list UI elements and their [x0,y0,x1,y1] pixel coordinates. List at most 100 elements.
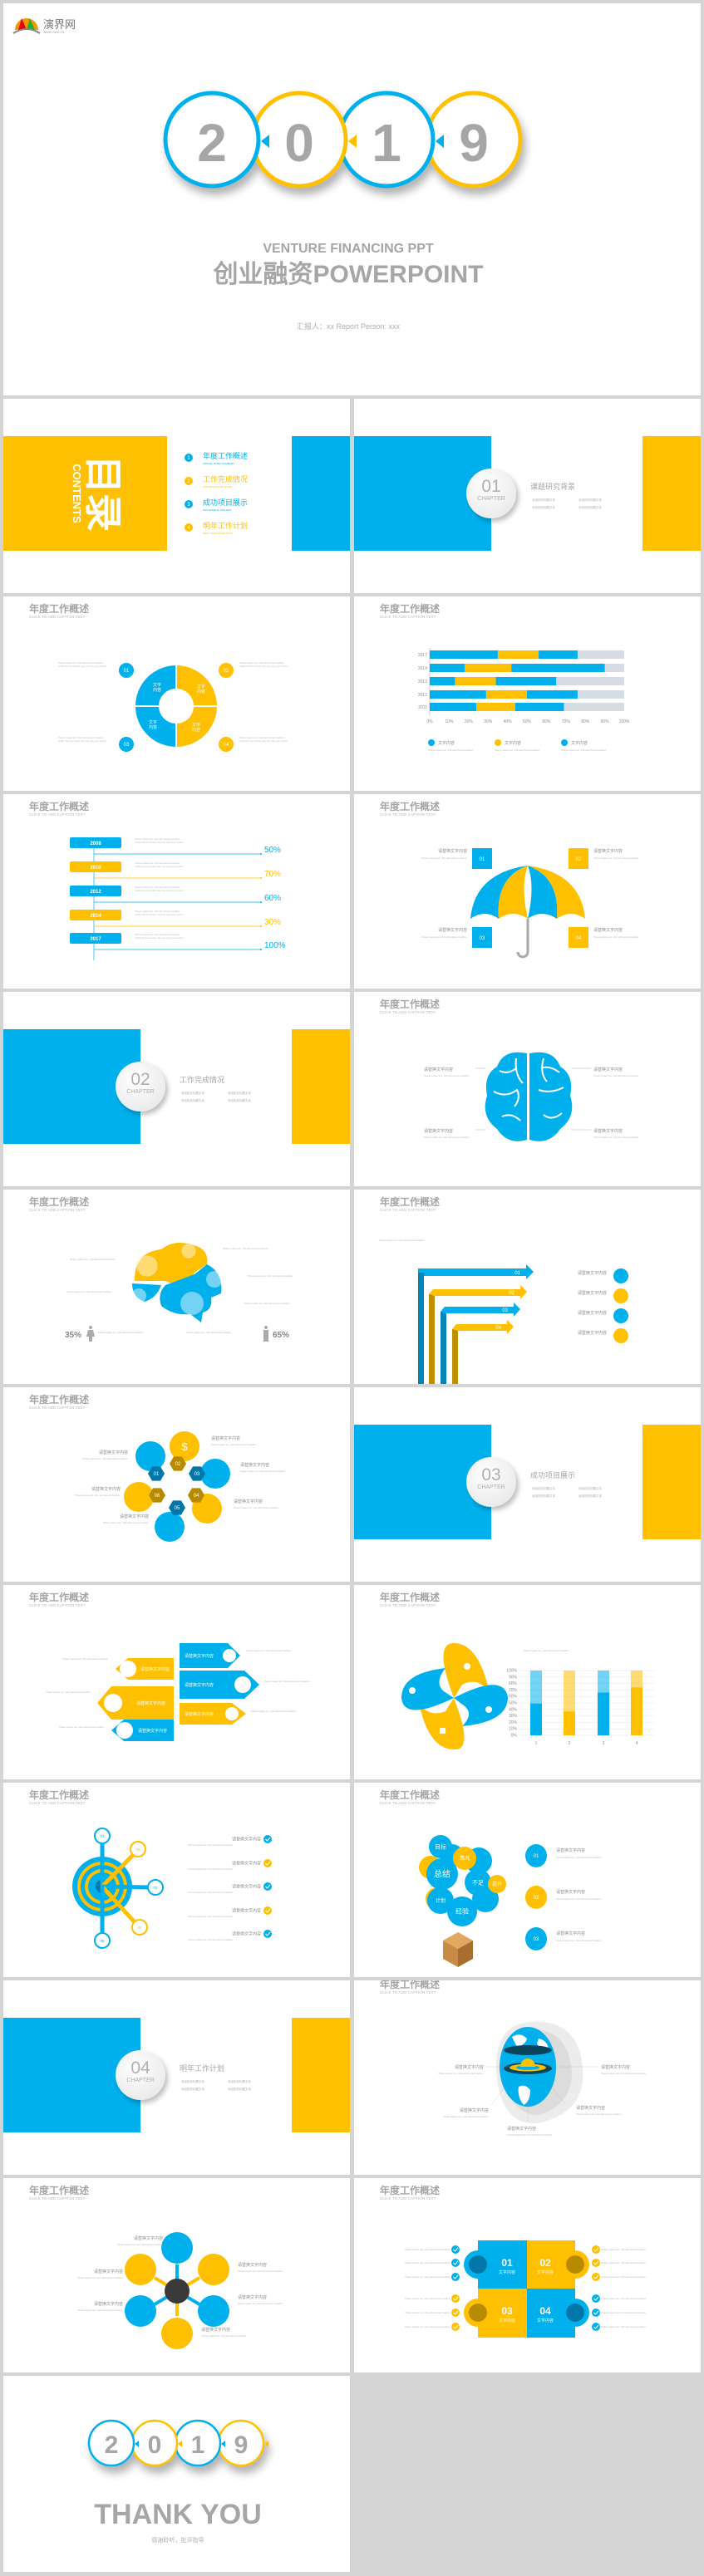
plane-icon [613,1288,628,1303]
y-tick-label: 10% [509,1727,518,1732]
body-text: Please replace text, click add relevant … [405,2311,450,2314]
chapter-bullet: 添加相关标题文本 [228,1099,251,1102]
check-icon [263,1859,272,1867]
svg-text:$: $ [181,1440,188,1453]
umbrella-icon [470,866,585,919]
body-text: modify the text content, also can copy y… [135,865,184,868]
chapter-title: 课题研究背景 [530,483,576,491]
body-text: modify the text content, also can copy y… [58,739,107,743]
body-text: Please replace text, click add relevant … [443,2115,489,2118]
body-text: Please replace text, click add relevant … [405,2325,450,2328]
chapter-bullet: 添加相关标题文本 [532,1494,555,1498]
body-text: Please replace text, click add relevant … [188,1915,234,1918]
item-heading: 请替换文字内容 [424,1067,453,1072]
check-icon [592,2245,600,2254]
body-text: modify the text content, also can copy y… [58,665,107,668]
arrow-label: 请替换文字内容 [185,1711,214,1717]
year-digit: 2 [197,113,227,173]
check-icon [592,2273,600,2281]
globe-slide: 年度工作概述 CLICK TO ADD CAPTION TEXT 请替换文字内容请… [354,1980,701,2175]
item-heading: 请替换文字内容 [232,1861,261,1867]
y-tick-label: 90% [509,1675,518,1680]
contents-item[interactable]: 4 明年工作计划NEXT YEAR WORK PLAN [185,521,248,535]
contents-item[interactable]: 2 工作完成情况COMPLETION OF WORK [185,474,248,488]
x-tick-label: 1 [535,1741,538,1746]
timeline: 2008 50% Please replace text, click add re… [70,837,286,960]
quadrant-label: 文字内容 [499,2318,515,2323]
gears-icon [198,2254,229,2285]
item-heading: 请替换文字内容 [134,2235,163,2241]
x-tick-label: 60% [542,719,551,724]
x-tick-label: 20% [465,719,474,724]
x-tick-label: 0% [426,719,433,724]
hexagon-number: 06 [155,1494,160,1499]
bar-segment [527,690,578,699]
quadrant-label: 文字内容 [537,2318,554,2323]
check-icon [451,2273,460,2281]
balloons-diagram: 目标情况总结不足 提升计划经验 01 请替换文字内容 Please replace te… [419,1835,602,1967]
check-icon [451,2245,460,2254]
balloon-word: 不足 [472,1879,484,1886]
stacked-bar-slide: 年度工作概述 CLICK TO ADD CAPTION TEXT 2017 2014… [354,596,701,791]
contents-item[interactable]: 3 成功项目展示SUCCESSFUL PROJECT [185,498,248,512]
globe-diagram: 请替换文字内容 请替换文字内容请替换文字内容 请替换文字内容请替换文字内容 Plea… [438,2021,647,2137]
bar-segment [465,664,512,672]
chapter-bullet: 添加相关标题文本 [578,498,602,502]
item-heading: 请替换文字内容 [593,848,623,854]
check-icon [451,2309,460,2317]
swirl-chart-slide: 年度工作概述 CLICK TO ADD CAPTION TEXT Please r… [354,1585,701,1779]
quadrant-number: 04 [539,2305,551,2317]
team-icon [485,1706,492,1713]
body-text: Please replace text, click add relevant … [264,1680,310,1683]
body-text: Please replace text, click add relevant … [379,1239,425,1242]
arrow-number: 03 [502,1308,508,1313]
bar-segment [430,664,465,672]
body-text: Please replace text, click add relevant … [59,1725,105,1729]
item-heading: 请替换文字内容 [232,1884,261,1890]
body-text: Please replace text, click add relevant … [424,1136,470,1139]
balloon-word: 经验 [455,1907,469,1916]
person-icon [223,1649,236,1662]
brain-diagram: 请替换文字内容请替换文字内容请替换文字内容请替换文字内容 Please repl… [424,1052,639,1141]
item-heading: 请替换文字内容 [438,927,467,933]
quadrant-label: 文字内容 [499,2269,515,2275]
list-number: 02 [534,1896,539,1901]
item-heading: 请替换文字内容 [120,1514,149,1519]
bulb-icon [469,2304,487,2322]
item-heading: 请替换文字内容 [238,2262,267,2268]
chapter-bullet: 添加相关标题文本 [578,1487,602,1490]
body-text: Please replace text, click add relevant … [438,2072,484,2075]
contents-item[interactable]: 1 年度工作概述ANNUAL WORK SUMMARY [185,451,248,465]
umbrella-slide: 年度工作概述 CLICK TO ADD CAPTION TEXT 01 02 03… [354,794,701,989]
year-digit: 9 [234,2431,249,2459]
body-text: Please replace text, click add relevant … [238,2302,283,2305]
body-text: Please replace text, click add relevant … [186,1331,232,1334]
body-text: Please replace text, click add relevant … [601,2297,647,2300]
hexagon-number: 03 [194,1472,200,1477]
body-text: Please replace text, click add relevant … [135,837,180,841]
y-tick-label: 2011 [418,705,427,710]
year-label: 2010 [90,866,101,871]
body-text: Please replace text, click add relevant … [556,1939,602,1942]
item-heading: 请替换文字内容 [556,1847,585,1853]
bar-segment [511,664,605,672]
chapter-number: 04 [130,2058,150,2078]
y-tick-label: 2013 [418,680,427,684]
icon-arrows-diagram: 请替换文字内容请替换文字内容请替换文字内容请替换文字内容请替换文字内容请替换文字… [46,1643,310,1741]
hexagon-diagram: $ 010203040506 请替换文字内容请替换文字内容请替换文字内容请替换文… [75,1431,286,1542]
box-number: 04 [576,936,582,941]
y-tick-label: 40% [509,1707,518,1712]
chapter-number: 02 [130,1070,150,1089]
location-icon [198,2295,229,2327]
body-text: Please replace text, click add relevant … [428,748,474,752]
wrench-icon [469,2255,487,2274]
segment-label: 内容 [192,727,200,733]
y-tick-label: 30% [509,1714,518,1719]
box-number: 03 [480,936,485,941]
item-heading: 请替换文字内容 [232,1908,261,1914]
hexagon-number: 01 [154,1472,160,1477]
list-number: 01 [534,1854,539,1859]
segment-label: 文字 [197,684,205,689]
year-label: 2008 [90,841,101,846]
body-text: Please replace text, click add relevant … [234,1506,279,1509]
